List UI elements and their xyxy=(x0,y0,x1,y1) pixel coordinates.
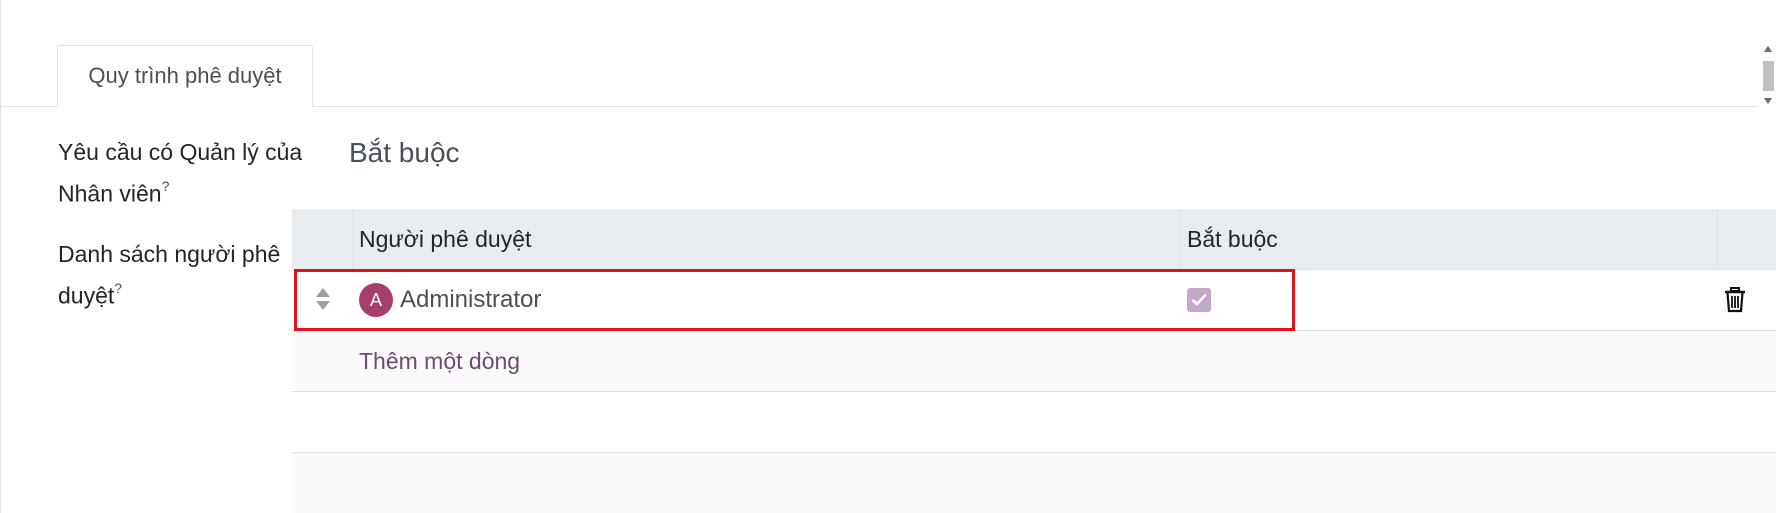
table-row[interactable]: A Administrator xyxy=(292,270,1776,331)
approver-list-label-text: Danh sách người phê duyệt xyxy=(58,241,281,309)
column-header-required[interactable]: Bắt buộc xyxy=(1187,209,1707,269)
table-header: Người phê duyệt Bắt buộc xyxy=(292,209,1776,270)
empty-row xyxy=(292,453,1776,513)
page: Quy trình phê duyệt Yêu cầu có Quản lý c… xyxy=(0,0,1776,513)
scroll-thumb[interactable] xyxy=(1763,61,1774,91)
column-separator xyxy=(1179,209,1180,269)
manager-required-label: Yêu cầu có Quản lý của Nhân viên? xyxy=(58,134,318,212)
help-icon[interactable]: ? xyxy=(114,280,122,296)
scrollbar[interactable] xyxy=(1761,46,1776,106)
tab-approval-process[interactable]: Quy trình phê duyệt xyxy=(57,45,313,107)
approver-list-label: Danh sách người phê duyệt? xyxy=(58,236,318,314)
header-handle-cell xyxy=(292,209,352,269)
trash-icon[interactable] xyxy=(1724,287,1746,313)
tab-label: Quy trình phê duyệt xyxy=(88,63,282,88)
avatar: A xyxy=(359,283,393,317)
required-checkbox[interactable] xyxy=(1187,288,1211,312)
add-line-button[interactable]: Thêm một dòng xyxy=(359,331,520,391)
drag-handle-icon[interactable] xyxy=(316,288,330,312)
scroll-up-arrow-icon[interactable] xyxy=(1764,46,1772,52)
column-header-approver[interactable]: Người phê duyệt xyxy=(359,209,1119,269)
add-line-row: Thêm một dòng xyxy=(292,331,1776,392)
manager-required-value[interactable]: Bắt buộc xyxy=(349,137,460,169)
manager-required-label-text: Yêu cầu có Quản lý của Nhân viên xyxy=(58,139,303,207)
column-separator xyxy=(352,209,353,269)
sheet-border xyxy=(0,0,1,513)
approvers-table: Người phê duyệt Bắt buộc A Administrator xyxy=(292,209,1776,513)
column-separator xyxy=(1717,209,1718,269)
approver-name[interactable]: Administrator xyxy=(400,270,541,330)
empty-row xyxy=(292,392,1776,453)
check-icon xyxy=(1191,294,1207,306)
help-icon[interactable]: ? xyxy=(162,178,170,194)
scroll-down-arrow-icon[interactable] xyxy=(1764,98,1772,104)
